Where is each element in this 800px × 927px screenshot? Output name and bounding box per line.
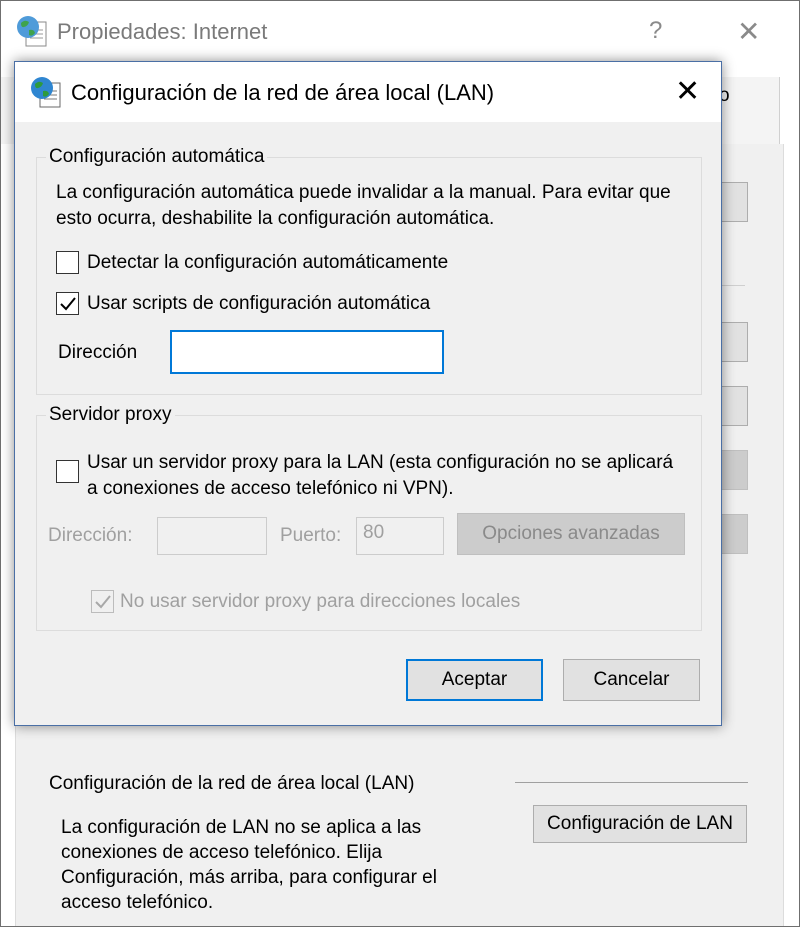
add-vpn-button-fragment[interactable] <box>721 322 748 362</box>
ok-button[interactable]: Aceptar <box>406 659 543 701</box>
add-button-fragment[interactable] <box>721 182 748 222</box>
lan-section-description: La configuración de LAN no se aplica a l… <box>61 817 437 913</box>
proxy-port-label: Puerto: <box>280 525 342 546</box>
auto-config-group-label: Configuración automática <box>46 146 268 168</box>
use-scripts-checkbox[interactable] <box>56 292 79 315</box>
globe-document-icon <box>29 75 63 115</box>
lan-settings-button[interactable]: Configuración de LAN <box>533 805 747 843</box>
window-title: Propiedades: Internet <box>57 19 268 44</box>
checkmark-icon <box>59 296 76 310</box>
detect-settings-checkbox[interactable] <box>56 251 79 274</box>
use-scripts-label[interactable]: Usar scripts de configuración automática <box>87 293 430 315</box>
script-address-input[interactable] <box>170 330 444 374</box>
settings-button-fragment <box>721 450 748 490</box>
proxy-address-label: Dirección: <box>48 525 133 546</box>
remove-button-fragment[interactable] <box>721 386 748 426</box>
use-proxy-label[interactable]: Usar un servidor proxy para la LAN (esta… <box>87 450 687 502</box>
use-proxy-checkbox[interactable] <box>56 460 79 483</box>
globe-document-icon <box>15 14 49 54</box>
proxy-address-input <box>157 517 267 555</box>
dialog-title: Configuración de la red de área local (L… <box>71 80 495 105</box>
script-address-label: Dirección <box>58 342 138 363</box>
proxy-port-input: 80 <box>356 517 444 555</box>
close-icon[interactable]: ✕ <box>737 15 760 48</box>
bypass-local-label: No usar servidor proxy para direcciones … <box>120 591 521 612</box>
auto-config-description: La configuración automática puede invali… <box>56 182 671 229</box>
button-fragment <box>721 514 748 554</box>
lan-settings-dialog: Configuración de la red de área local (L… <box>14 61 722 726</box>
close-icon[interactable]: ✕ <box>675 74 700 109</box>
proxy-group-label: Servidor proxy <box>46 404 175 426</box>
separator <box>721 285 745 286</box>
advanced-options-button: Opciones avanzadas <box>457 513 685 555</box>
cancel-button[interactable]: Cancelar <box>563 659 700 701</box>
lan-section-title: Configuración de la red de área local (L… <box>49 773 415 794</box>
section-separator <box>515 782 748 783</box>
checkmark-icon <box>94 594 111 608</box>
help-icon[interactable]: ? <box>649 17 662 45</box>
detect-settings-label[interactable]: Detectar la configuración automáticament… <box>87 252 448 274</box>
bypass-local-checkbox <box>91 590 114 613</box>
